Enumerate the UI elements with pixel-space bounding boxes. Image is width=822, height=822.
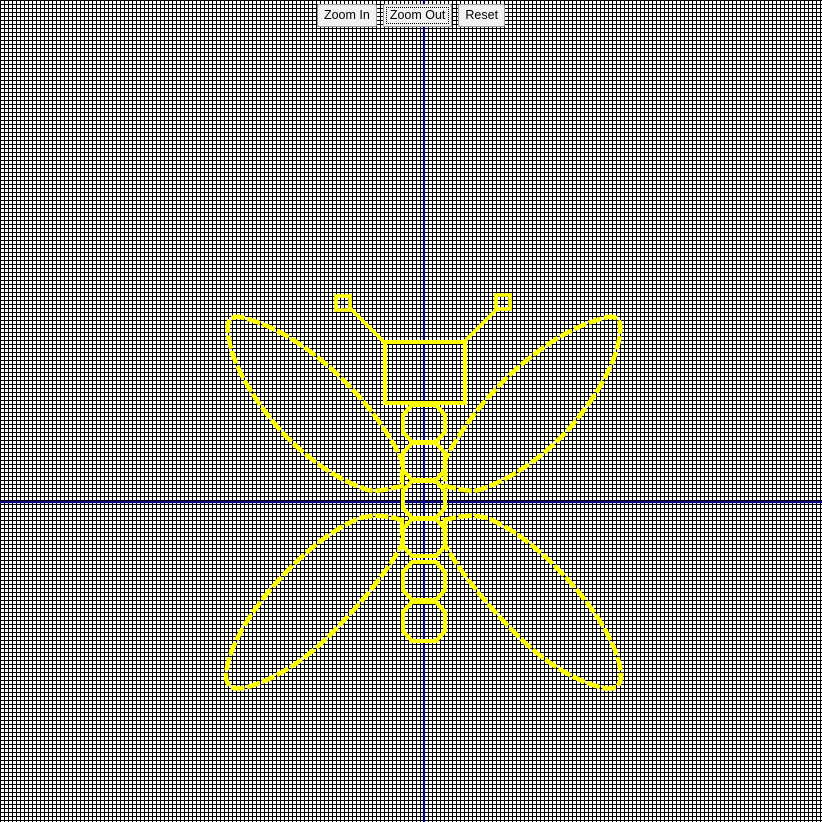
grid-background xyxy=(0,0,822,822)
zoom-in-button[interactable]: Zoom In xyxy=(316,4,377,27)
zoom-out-button[interactable]: Zoom Out xyxy=(382,4,453,27)
reset-button[interactable]: Reset xyxy=(458,4,506,27)
drawing-canvas[interactable] xyxy=(0,0,822,822)
zoom-toolbar: Zoom In Zoom Out Reset xyxy=(0,4,822,27)
